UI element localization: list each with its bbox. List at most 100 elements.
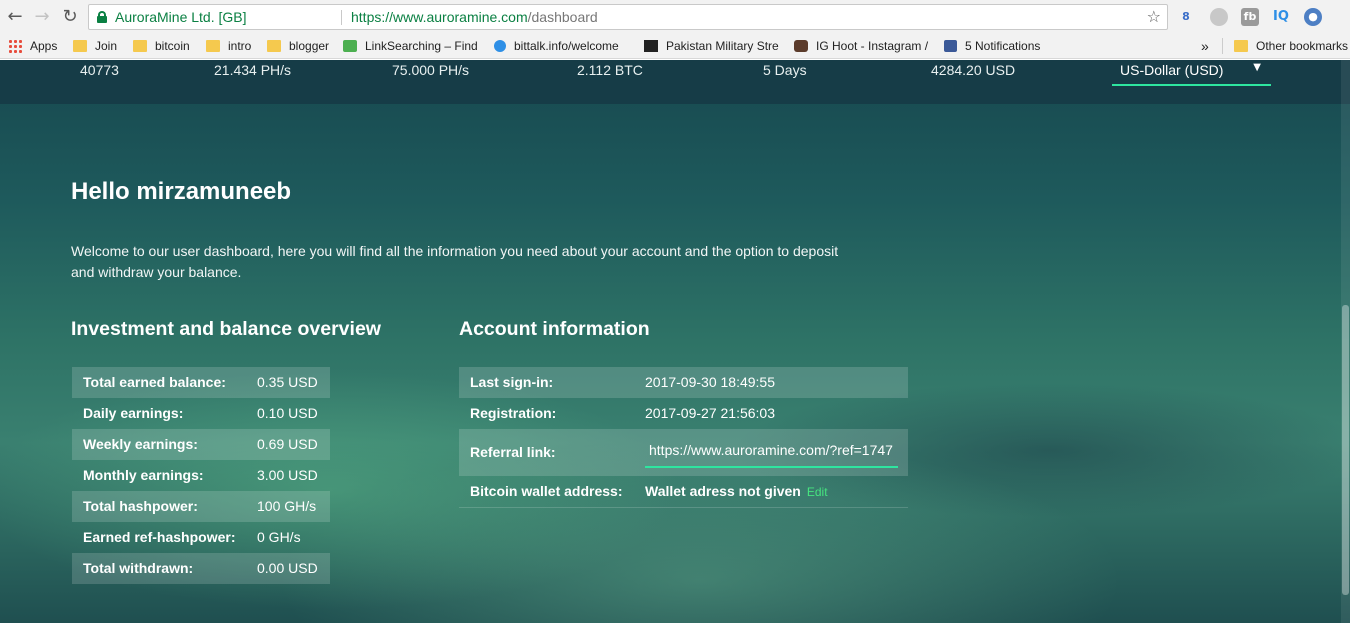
table-row: Weekly earnings: 0.69 USD <box>72 429 330 460</box>
row-value: 3.00 USD <box>257 467 318 483</box>
bookmark-star-icon[interactable]: ☆ <box>1147 5 1161 29</box>
table-row: Earned ref-hashpower: 0 GH/s <box>72 522 330 553</box>
bookmark-bittalk[interactable]: bittalk.info/welcome <box>494 38 628 56</box>
bookmark-linksearching[interactable]: LinkSearching – Find <box>343 38 481 56</box>
search-icon <box>343 40 357 52</box>
account-section-title: Account information <box>459 318 650 340</box>
table-row: Last sign-in: 2017-09-30 18:49:55 <box>459 367 908 398</box>
camera-icon <box>794 40 808 52</box>
bookmarks-divider <box>1222 38 1223 54</box>
table-row: Monthly earnings: 3.00 USD <box>72 460 330 491</box>
table-row: Total withdrawn: 0.00 USD <box>72 553 330 584</box>
currency-select[interactable]: US-Dollar (USD) ▼ <box>1112 60 1271 86</box>
stat-current-hashrate: 21.434 PH/s <box>214 62 292 78</box>
edit-wallet-link[interactable]: Edit <box>807 485 828 499</box>
bitcoin-icon <box>494 40 506 52</box>
page-title: Hello mirzamuneeb <box>71 178 292 205</box>
row-label: Total earned balance: <box>83 374 226 390</box>
currency-value: US-Dollar (USD) <box>1120 62 1224 78</box>
investment-section-title: Investment and balance overview <box>71 318 381 340</box>
extension-fb-icon[interactable]: fb <box>1241 8 1259 26</box>
folder-icon <box>73 40 87 52</box>
row-label: Referral link: <box>470 444 556 460</box>
bookmark-pakistan-military[interactable]: Pakistan Military Stre <box>644 38 780 56</box>
table-row: Bitcoin wallet address: Wallet adress no… <box>459 476 908 507</box>
reload-icon[interactable]: ↻ <box>59 6 81 28</box>
bookmark-ig-hoot[interactable]: IG Hoot - Instagram / <box>794 38 930 56</box>
welcome-text: Welcome to our user dashboard, here you … <box>71 243 839 280</box>
url-text[interactable]: https://www.auroramine.com/dashboard <box>351 5 598 29</box>
extension-iq-icon[interactable]: IQ <box>1272 8 1290 26</box>
row-value: 0.69 USD <box>257 436 318 452</box>
row-value: 0 GH/s <box>257 529 301 545</box>
stats-bar: 40773 21.434 PH/s 75.000 PH/s 2.112 BTC … <box>0 60 1350 104</box>
table-row: Registration: 2017-09-27 21:56:03 <box>459 398 908 429</box>
bookmark-bitcoin[interactable]: bitcoin <box>133 38 190 56</box>
wallet-value: Wallet adress not given <box>645 483 801 499</box>
bookmark-label: 5 Notifications <box>965 39 1041 53</box>
browser-toolbar: ← → ↻ AuroraMine Ltd. [GB] https://www.a… <box>0 0 1350 34</box>
table-row-spacer <box>459 507 908 508</box>
row-value: 2017-09-30 18:49:55 <box>645 374 775 390</box>
lock-icon <box>97 11 107 23</box>
url-path: /dashboard <box>527 9 598 25</box>
scrollbar-thumb[interactable] <box>1342 305 1349 595</box>
row-label: Monthly earnings: <box>83 467 204 483</box>
newspaper-icon <box>644 40 658 52</box>
row-value: 2017-09-27 21:56:03 <box>645 405 775 421</box>
row-label: Earned ref-hashpower: <box>83 529 236 545</box>
row-label: Total withdrawn: <box>83 560 194 576</box>
bookmark-notifications[interactable]: 5 Notifications <box>944 38 1040 56</box>
referral-link-field[interactable]: https://www.auroramine.com/?ref=1747 <box>645 434 898 468</box>
row-label: Last sign-in: <box>470 374 554 390</box>
row-label: Registration: <box>470 405 557 421</box>
bookmark-blogger[interactable]: blogger <box>267 38 329 56</box>
dashboard-page: 40773 21.434 PH/s 75.000 PH/s 2.112 BTC … <box>0 60 1350 623</box>
stat-btc-payout: 2.112 BTC <box>577 62 643 78</box>
bookmark-label: bitcoin <box>155 39 190 53</box>
facebook-icon <box>944 40 957 52</box>
site-identity[interactable]: AuroraMine Ltd. [GB] <box>115 5 247 29</box>
stat-days: 5 Days <box>763 62 807 78</box>
bookmark-label: Apps <box>30 39 58 53</box>
back-arrow-icon[interactable]: ← <box>4 6 26 28</box>
bookmark-label: Join <box>95 39 118 53</box>
page-scrollbar[interactable] <box>1341 60 1350 623</box>
bookmark-label: blogger <box>289 39 330 53</box>
bookmarks-bar: Apps Join bitcoin intro blogger LinkSear… <box>0 34 1350 59</box>
table-row: Total earned balance: 0.35 USD <box>72 367 330 398</box>
bookmark-label: IG Hoot - Instagram / <box>816 39 929 53</box>
chevron-down-icon: ▼ <box>1253 62 1261 73</box>
address-bar[interactable]: AuroraMine Ltd. [GB] https://www.auroram… <box>88 4 1168 30</box>
bookmark-label: intro <box>228 39 252 53</box>
row-value: 0.10 USD <box>257 405 318 421</box>
table-row: Daily earnings: 0.10 USD <box>72 398 330 429</box>
folder-icon <box>1234 40 1248 52</box>
apps-grid-icon <box>8 39 22 53</box>
bookmark-other[interactable]: Other bookmarks <box>1234 38 1348 56</box>
referral-link-value: https://www.auroramine.com/?ref=1747 <box>649 442 893 458</box>
extension-8-icon[interactable]: 8 <box>1177 8 1195 26</box>
row-value: 0.00 USD <box>257 560 318 576</box>
stat-total-hashrate: 75.000 PH/s <box>392 62 470 78</box>
bookmark-intro[interactable]: intro <box>206 38 251 56</box>
account-table: Last sign-in: 2017-09-30 18:49:55 Registr… <box>459 367 908 508</box>
row-label: Bitcoin wallet address: <box>470 483 623 499</box>
table-row: Total hashpower: 100 GH/s <box>72 491 330 522</box>
bookmark-label: bittalk.info/welcome <box>514 39 619 53</box>
url-host: https://www.auroramine.com <box>351 9 528 25</box>
forward-arrow-icon[interactable]: → <box>31 6 53 28</box>
row-label: Weekly earnings: <box>83 436 198 452</box>
bookmark-label: LinkSearching – Find <box>365 39 478 53</box>
stat-users: 40773 <box>80 62 119 78</box>
row-value: 100 GH/s <box>257 498 317 514</box>
folder-icon <box>267 40 281 52</box>
bookmark-apps[interactable]: Apps <box>8 38 57 56</box>
investment-table: Total earned balance: 0.35 USD Daily earn… <box>72 367 330 584</box>
extension-cube-icon[interactable] <box>1210 8 1228 26</box>
row-value: Wallet adress not given Edit <box>645 483 828 499</box>
stat-usd-value: 4284.20 USD <box>931 62 1016 78</box>
bookmarks-overflow-chevron-icon[interactable]: » <box>1201 38 1209 56</box>
profile-avatar-icon[interactable]: ● <box>1304 8 1322 26</box>
bookmark-join[interactable]: Join <box>73 38 117 56</box>
